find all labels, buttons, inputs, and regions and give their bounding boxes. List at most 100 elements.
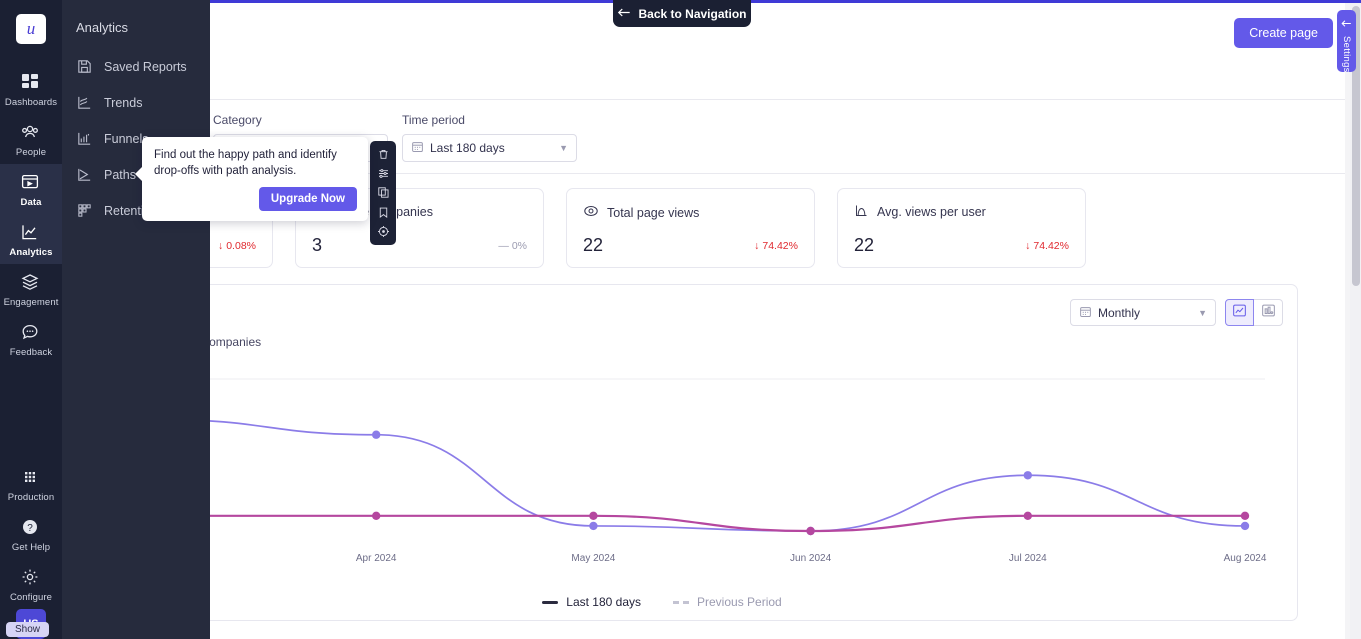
metric-card-value: 22: [583, 235, 603, 256]
layers-icon: [20, 272, 42, 294]
settings-tab[interactable]: Settings: [1337, 10, 1356, 72]
filter-time-period: Time period Last 180 days: [402, 113, 577, 162]
flat-dash-icon: —: [498, 240, 509, 252]
metric-card-value: 22: [854, 235, 874, 256]
sidebar-item-people[interactable]: People: [0, 114, 62, 164]
chevron-down-icon: ▼: [1198, 308, 1207, 318]
target-icon[interactable]: [377, 225, 390, 238]
x-axis-tick: Apr 2024: [356, 553, 397, 564]
legend-item-current-period[interactable]: Last 180 days: [542, 595, 641, 609]
bar-chart-icon: [1261, 303, 1276, 323]
sidebar-item-label: Data: [21, 197, 42, 208]
arrow-down-icon: ↓: [1025, 240, 1030, 252]
submenu-item-trends[interactable]: Trends: [76, 85, 210, 121]
save-disk-icon: [76, 58, 94, 76]
chart-view-toggle: [1225, 299, 1283, 326]
eye-icon: [583, 203, 599, 222]
submenu-item-label: Trends: [104, 96, 142, 110]
submenu-item-label: Paths: [104, 168, 136, 182]
sidebar-item-label: Feedback: [10, 347, 53, 358]
solid-line-icon: [542, 601, 558, 604]
paths-icon: [76, 166, 94, 184]
app-root: Tagged pages Company ▼ Category All cate…: [0, 0, 1361, 639]
metric-card-value: 3: [312, 235, 322, 256]
settings-tab-label: Settings: [1341, 36, 1352, 73]
retention-grid-icon: [76, 202, 94, 220]
legend-item-previous-period[interactable]: Previous Period: [673, 595, 782, 609]
x-axis-tick: May 2024: [571, 553, 615, 564]
analytics-submenu: Analytics Saved Reports Trends: [62, 0, 210, 639]
back-to-navigation-label: Back to Navigation: [638, 7, 746, 21]
trends-icon: [76, 94, 94, 112]
legend-label: Previous Period: [697, 595, 782, 609]
show-tooltip[interactable]: Show: [6, 622, 49, 637]
x-axis-tick: Jul 2024: [1009, 553, 1047, 564]
bookmark-icon[interactable]: [377, 206, 390, 219]
metric-card-title: Avg. views per user: [877, 205, 986, 219]
arrow-down-icon: ↓: [218, 240, 223, 252]
people-icon: [20, 122, 42, 144]
metric-card-total-page-views[interactable]: Total page views 22 ↓ 74.42%: [566, 188, 815, 268]
upgrade-now-button[interactable]: Upgrade Now: [259, 187, 357, 211]
chat-bubble-icon: [20, 322, 42, 344]
back-to-navigation-button[interactable]: Back to Navigation: [613, 0, 751, 27]
create-page-button[interactable]: Create page: [1234, 18, 1333, 48]
metric-card-head: Avg. views per user: [854, 203, 1069, 221]
metric-card-delta: ↓ 74.42%: [754, 240, 798, 252]
time-period-select[interactable]: Last 180 days ▼: [402, 134, 577, 162]
widget-action-toolbar: [370, 141, 396, 245]
sidebar-item-get-help[interactable]: ? Get Help: [0, 509, 62, 559]
x-axis-tick: Jun 2024: [790, 553, 831, 564]
duplicate-icon[interactable]: [377, 186, 390, 199]
sidebar-item-label: Engagement: [4, 297, 59, 308]
vertical-scrollbar[interactable]: [1350, 3, 1361, 639]
metric-card-title: Total page views: [607, 206, 699, 220]
sidebar-item-dashboards[interactable]: Dashboards: [0, 64, 62, 114]
calendar-icon: [411, 140, 424, 156]
granularity-select[interactable]: Monthly ▼: [1070, 299, 1216, 326]
line-chart-view-button[interactable]: [1225, 299, 1254, 326]
metric-card-delta-value: 74.42%: [762, 240, 798, 252]
metric-card-avg-views-per-user[interactable]: Avg. views per user 22 ↓ 74.42%: [837, 188, 1086, 268]
chevron-down-icon: ▼: [559, 143, 568, 153]
question-circle-icon: ?: [20, 517, 42, 539]
calendar-icon: [1079, 305, 1092, 321]
x-axis-tick: Aug 2024: [1224, 553, 1267, 564]
tooltip-arrow: [135, 166, 143, 182]
submenu-item-label: Saved Reports: [104, 60, 187, 74]
bell-curve-icon: [854, 203, 869, 221]
trash-icon[interactable]: [377, 148, 390, 161]
bar-chart-view-button[interactable]: [1254, 299, 1283, 326]
gear-icon: [20, 567, 42, 589]
filter-label: Time period: [402, 113, 577, 127]
submenu-item-saved-reports[interactable]: Saved Reports: [76, 49, 210, 85]
app-logo[interactable]: u: [16, 14, 46, 44]
grid-dots-icon: [20, 467, 42, 489]
sidebar-item-feedback[interactable]: Feedback: [0, 314, 62, 364]
metric-card-delta: ↓ 0.08%: [218, 240, 256, 252]
sidebar-item-label: People: [16, 147, 46, 158]
arrow-left-icon: [1341, 15, 1352, 33]
sliders-icon[interactable]: [377, 167, 390, 180]
sidebar-item-label: Analytics: [9, 247, 52, 258]
sidebar-item-label: Dashboards: [5, 97, 57, 108]
metric-card-delta-value: 0.08%: [226, 240, 256, 252]
chart-plot-area: [25, 367, 1299, 567]
dashboard-grid-icon: [20, 72, 42, 94]
time-period-select-value: Last 180 days: [430, 141, 505, 155]
dashed-line-icon: [673, 601, 689, 604]
chart-svg: [25, 367, 1299, 567]
sidebar-item-configure[interactable]: Configure: [0, 559, 62, 609]
legend-label: Last 180 days: [566, 595, 641, 609]
sidebar-item-data[interactable]: Data: [0, 164, 62, 214]
upgrade-tooltip: Find out the happy path and identify dro…: [142, 137, 368, 221]
metric-card-delta: — 0%: [498, 240, 527, 252]
sidebar-item-production[interactable]: Production: [0, 459, 62, 509]
period-legend: Last 180 days Previous Period: [25, 595, 1299, 609]
sidebar-item-analytics[interactable]: Analytics: [0, 214, 62, 264]
tooltip-text: Find out the happy path and identify dro…: [154, 147, 356, 179]
svg-text:?: ?: [27, 523, 33, 534]
line-chart-icon: [1232, 303, 1247, 323]
arrow-left-icon: [617, 7, 631, 21]
sidebar-item-engagement[interactable]: Engagement: [0, 264, 62, 314]
